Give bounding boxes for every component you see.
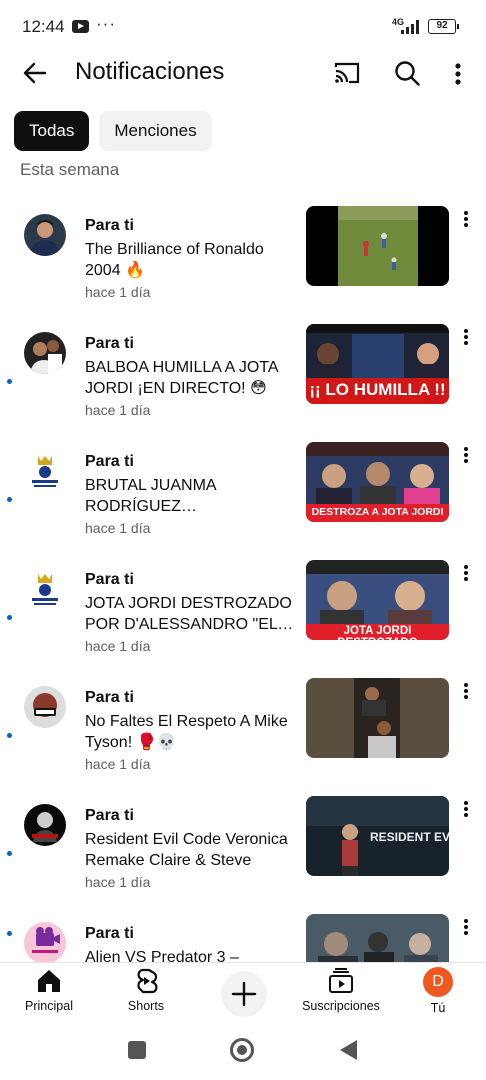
video-thumbnail[interactable]: JOTA JORDI DESTROZADO (306, 560, 449, 640)
item-more-icon[interactable] (460, 916, 472, 938)
notification-label: Para ti (85, 571, 134, 588)
video-thumbnail[interactable] (306, 206, 449, 286)
home-icon (38, 970, 60, 992)
item-more-icon[interactable] (460, 326, 472, 348)
thumbnail-caption: JOTA JORDI DESTROZADO (337, 625, 418, 640)
notification-time: hace 1 día (85, 756, 151, 772)
notification-label: Para ti (85, 335, 134, 352)
notification-time: hace 1 día (85, 520, 151, 536)
thumbnail-caption: RESIDENT EVIL (370, 830, 449, 844)
nav-label-you: Tú (430, 1001, 446, 1015)
channel-avatar[interactable] (24, 686, 66, 728)
video-thumbnail[interactable] (306, 678, 449, 758)
item-more-icon[interactable] (460, 798, 472, 820)
video-thumbnail[interactable]: DESTROZA A JOTA JORDI (306, 442, 449, 522)
notification-title: JOTA JORDI DESTROZADO POR D'ALESSANDRO "… (85, 595, 292, 633)
nav-subscriptions[interactable]: Suscripciones (300, 967, 382, 1013)
plus-icon (231, 981, 257, 1007)
notification-title: Resident Evil Code Veronica Remake Clair… (85, 831, 288, 869)
notification-item[interactable]: Para ti Resident Evil Code Veronica Rema… (0, 796, 486, 914)
channel-avatar[interactable] (24, 332, 66, 374)
item-more-icon[interactable] (460, 444, 472, 466)
filter-chips: Todas Menciones (14, 111, 212, 151)
cast-icon[interactable] (332, 58, 362, 88)
notification-title: No Faltes El Respeto A Mike Tyson! 🥊💀 (85, 713, 288, 751)
channel-avatar[interactable] (24, 568, 66, 610)
unread-dot (7, 851, 12, 856)
notification-item[interactable]: Para ti BRUTAL JUANMA RODRÍGUEZ DESTROZA… (0, 442, 486, 560)
unread-dot (7, 931, 12, 936)
notification-title: BRUTAL JUANMA RODRÍGUEZ DESTROZANDO A JO… (85, 477, 216, 515)
battery-icon: 92 (428, 19, 459, 34)
thumbnail-caption: DESTROZA A JOTA JORDI (311, 506, 444, 518)
search-icon[interactable] (392, 58, 422, 88)
item-more-icon[interactable] (460, 680, 472, 702)
unread-dot (7, 733, 12, 738)
channel-avatar[interactable] (24, 922, 66, 964)
create-button[interactable] (221, 971, 267, 1017)
bottom-nav: Principal Shorts Suscripciones D Tú (0, 962, 486, 1022)
user-avatar: D (423, 967, 453, 997)
notification-time: hace 1 día (85, 284, 151, 300)
youtube-notification-icon (72, 20, 89, 33)
video-thumbnail[interactable]: RESIDENT EVIL (306, 796, 449, 876)
status-more-dots: ··· (96, 14, 116, 33)
unread-dot (7, 379, 12, 384)
item-more-icon[interactable] (460, 208, 472, 230)
system-nav-bar (0, 1022, 486, 1080)
status-time: 12:44 (22, 17, 65, 36)
signal-icon (401, 20, 421, 34)
notification-label: Para ti (85, 217, 134, 234)
nav-principal[interactable]: Principal (24, 967, 74, 1013)
channel-avatar[interactable] (24, 804, 66, 846)
system-back-icon[interactable] (340, 1040, 357, 1060)
notification-label: Para ti (85, 925, 134, 942)
notification-item[interactable]: Para ti BALBOA HUMILLA A JOTA JORDI ¡EN … (0, 324, 486, 442)
nav-label-principal: Principal (25, 999, 73, 1013)
unread-dot (7, 497, 12, 502)
nav-you[interactable]: D Tú (418, 967, 458, 1015)
item-more-icon[interactable] (460, 562, 472, 584)
notification-label: Para ti (85, 689, 134, 706)
notification-label: Para ti (85, 453, 134, 470)
chip-todas[interactable]: Todas (14, 111, 90, 151)
chip-menciones[interactable]: Menciones (99, 111, 212, 151)
back-arrow-icon[interactable] (20, 58, 50, 88)
notification-time: hace 1 día (85, 638, 151, 654)
section-label: Esta semana (20, 160, 120, 179)
notification-title: The Brilliance of Ronaldo 2004 🔥 (85, 241, 264, 279)
notification-item[interactable]: Para ti The Brilliance of Ronaldo 2004 🔥… (0, 206, 486, 324)
more-vert-icon[interactable] (446, 58, 470, 88)
nav-label-subscriptions: Suscripciones (302, 999, 380, 1013)
notification-item[interactable]: Para ti No Faltes El Respeto A Mike Tyso… (0, 678, 486, 796)
status-bar: 12:44 ··· 4G 92 (0, 0, 486, 52)
notification-title: BALBOA HUMILLA A JOTA JORDI ¡EN DIRECTO!… (85, 359, 278, 397)
unread-dot (7, 615, 12, 620)
notification-time: hace 1 día (85, 874, 151, 890)
page-title: Notificaciones (75, 58, 225, 85)
nav-label-shorts: Shorts (127, 999, 165, 1013)
home-button-icon[interactable] (230, 1038, 254, 1062)
channel-avatar[interactable] (24, 214, 66, 256)
thumbnail-caption: ¡¡ LO HUMILLA !! (309, 380, 446, 399)
notification-item[interactable]: Para ti JOTA JORDI DESTROZADO POR D'ALES… (0, 560, 486, 678)
nav-shorts[interactable]: Shorts (122, 967, 170, 1013)
channel-avatar[interactable] (24, 450, 66, 492)
notification-time: hace 1 día (85, 402, 151, 418)
notification-label: Para ti (85, 807, 134, 824)
subscriptions-icon (329, 968, 353, 993)
app-bar: Notificaciones (0, 52, 486, 94)
video-thumbnail[interactable]: ¡¡ LO HUMILLA !! (306, 324, 449, 404)
shorts-icon (137, 968, 158, 994)
recents-icon[interactable] (128, 1041, 146, 1059)
